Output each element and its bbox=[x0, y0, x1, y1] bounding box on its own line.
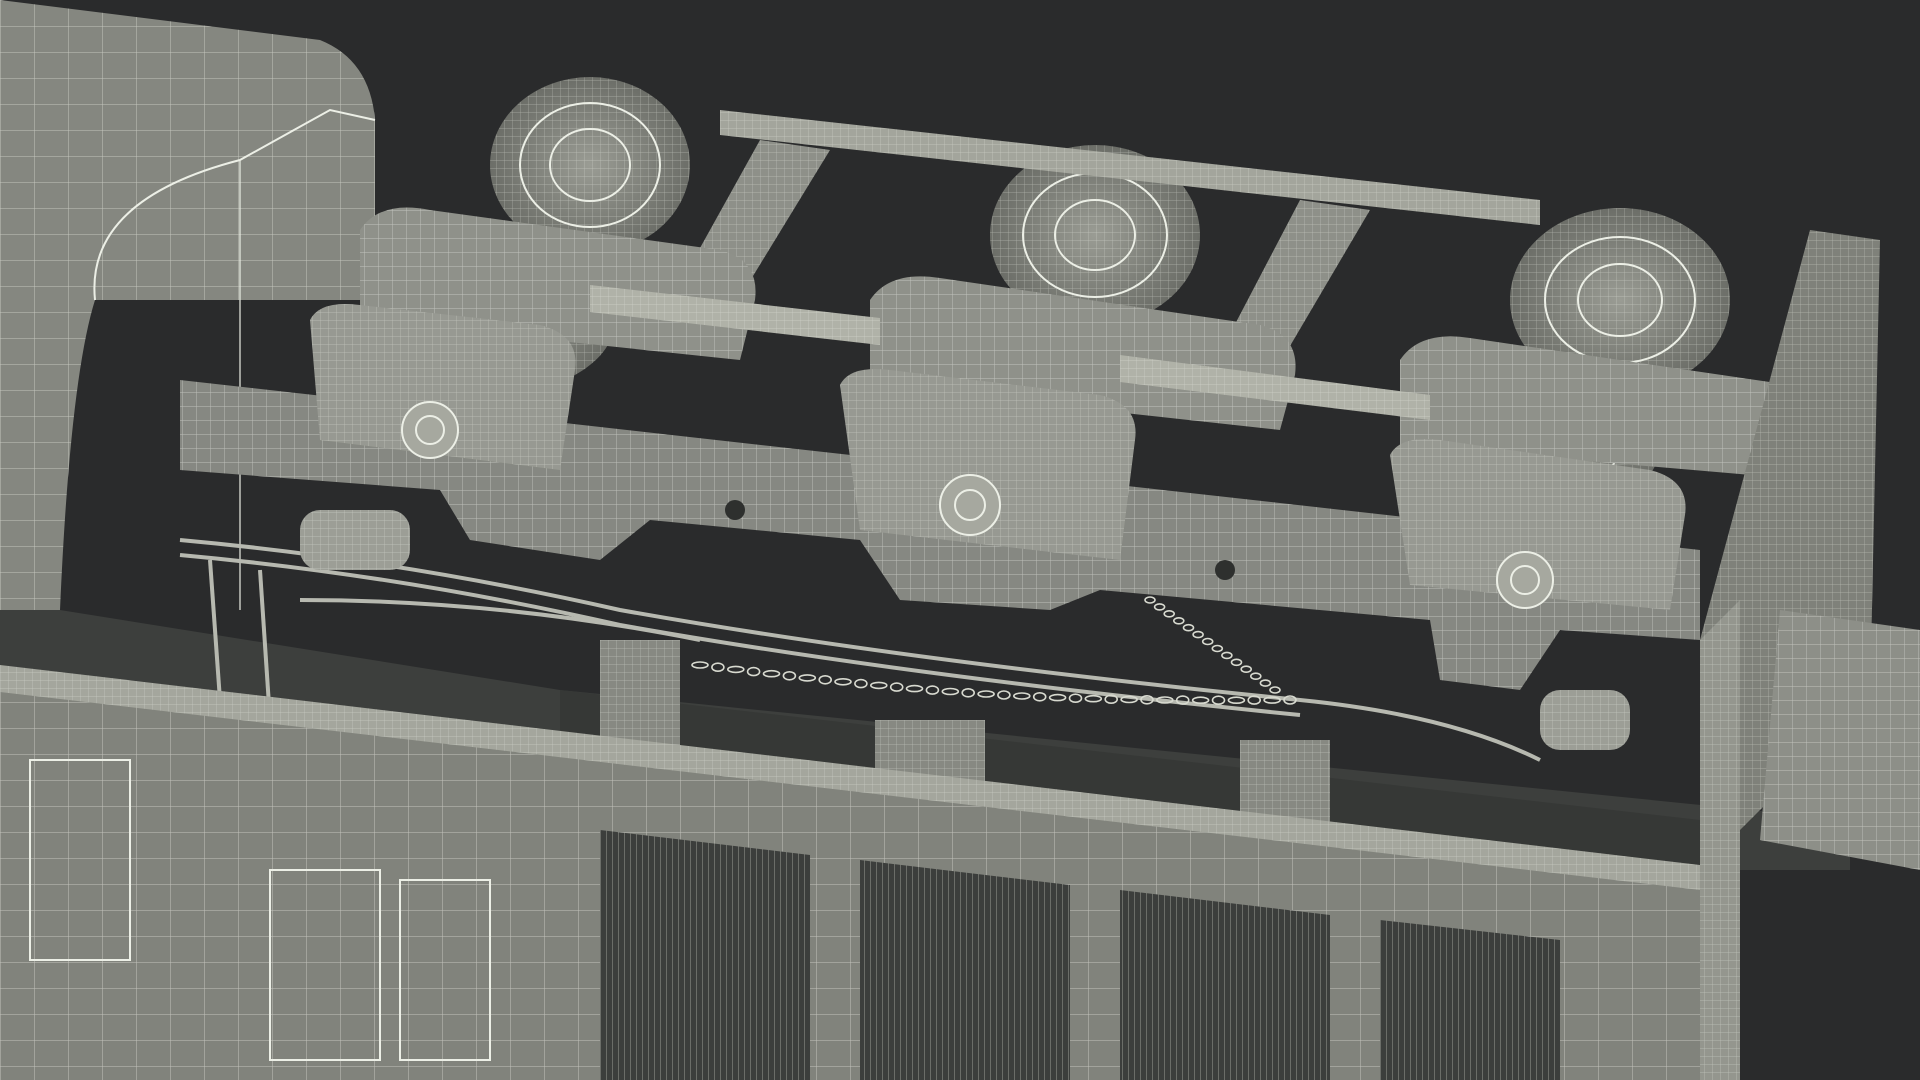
radiator-grille-4 bbox=[1380, 920, 1560, 1080]
hub-cap-2 bbox=[939, 474, 1001, 536]
radiator-grille-2 bbox=[860, 860, 1070, 1080]
hub-cap-1 bbox=[401, 401, 459, 459]
radiator-grille-3 bbox=[1120, 890, 1330, 1080]
hub-cap-3 bbox=[1496, 551, 1554, 609]
radiator-grille-1 bbox=[600, 830, 810, 1080]
wireframe-render-scene bbox=[0, 0, 1920, 1080]
